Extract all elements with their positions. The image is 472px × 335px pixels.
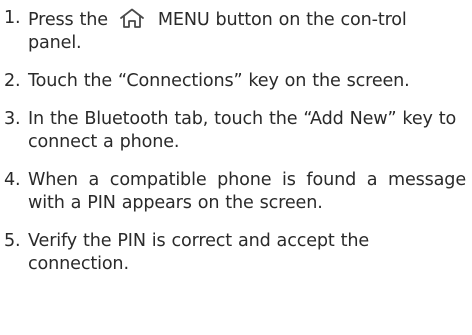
step-number: 3.: [4, 109, 21, 129]
step-number: 5.: [4, 231, 21, 251]
step-number: 1.: [4, 8, 21, 28]
home-icon: [118, 7, 146, 29]
step-2: 2. Touch the “Connections” key on the sc…: [4, 70, 466, 93]
step-number: 4.: [4, 170, 21, 190]
instruction-document: 1. Press the MENU button on the con-trol…: [0, 0, 472, 335]
step-text: Verify the PIN is correct and accept the…: [28, 231, 370, 274]
step-text: Press the MENU button on the con-trol pa…: [28, 7, 466, 55]
step-3: 3. In the Bluetooth tab, touch the “Add …: [4, 108, 466, 154]
step-text: When a compatible phone is found a messa…: [28, 170, 466, 213]
step-number: 2.: [4, 71, 21, 91]
step-text: Touch the “Connections” key on the scree…: [28, 71, 410, 91]
step-1: 1. Press the MENU button on the con-trol…: [4, 7, 466, 55]
step-4: 4. When a compatible phone is found a me…: [4, 169, 466, 215]
instruction-steps-list: 1. Press the MENU button on the con-trol…: [4, 7, 466, 276]
step-5: 5. Verify the PIN is correct and accept …: [4, 230, 466, 276]
step-text: In the Bluetooth tab, touch the “Add New…: [28, 109, 457, 152]
step-text-before-icon: Press the: [28, 10, 108, 30]
